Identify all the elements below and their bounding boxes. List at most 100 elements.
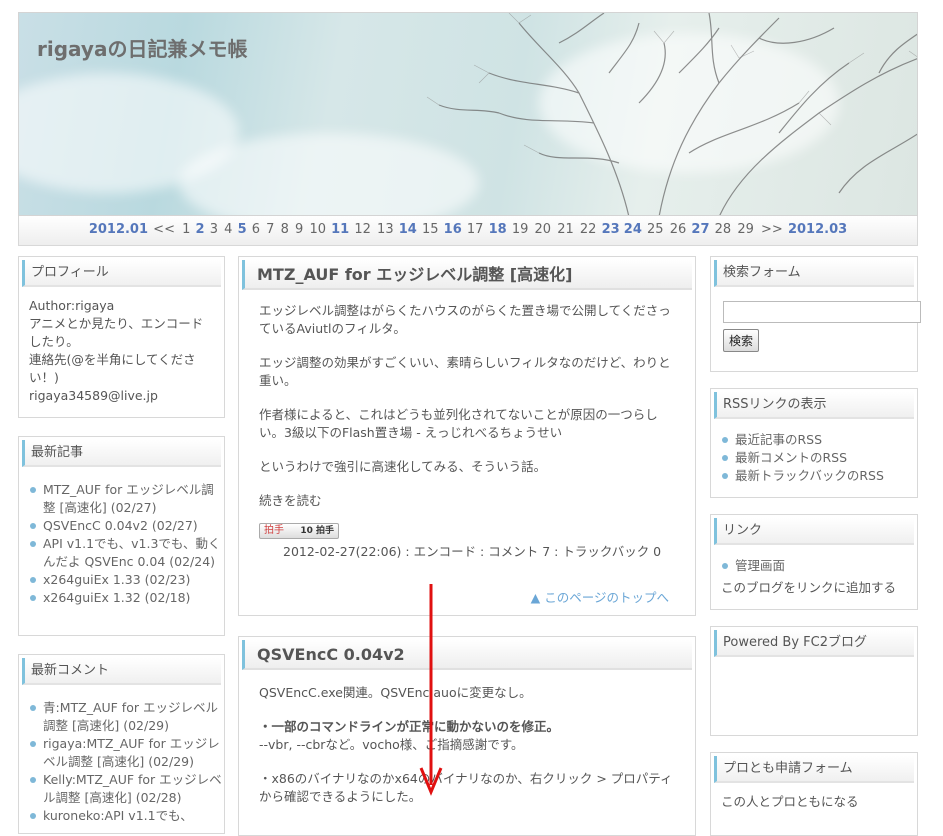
add-link-to-blog[interactable]: このブログをリンクに追加する: [711, 575, 917, 597]
recent-entry-item[interactable]: QSVEncC 0.04v2 (02/27): [29, 517, 224, 535]
search-box: 検索フォーム 検索: [710, 256, 921, 372]
entry-mtz-auf: MTZ_AUF for エッジレベル調整 [高速化] エッジレベル調整はがらくた…: [238, 256, 696, 616]
recent-comment-item[interactable]: 青:MTZ_AUF for エッジレベル調整 [高速化] (02/29): [29, 699, 224, 735]
profile-email: rigaya34589@live.jp: [29, 388, 158, 403]
protomo-box: プロとも申請フォーム この人とプロともになる: [710, 752, 918, 836]
calendar-day: 22: [579, 222, 597, 237]
calendar-next-sep: >>: [761, 222, 783, 237]
calendar-prev-month[interactable]: 2012.01: [89, 222, 148, 237]
profile-box: プロフィール Author:rigaya アニメとか見たり、エンコードしたり。 …: [18, 256, 225, 418]
entry-paragraph: エッジレベル調整はがらくたハウスのがらくた置き場で公開してくださっているAviu…: [259, 302, 677, 338]
entry-paragraph: ・一部のコマンドラインが正常に動かないのを修正。 --vbr, --cbrなど。v…: [259, 718, 677, 754]
calendar-day: 12: [354, 222, 371, 237]
powered-title[interactable]: Powered By FC2ブログ: [714, 630, 914, 657]
rss-link[interactable]: 最新コメントのRSS: [721, 449, 917, 467]
recent-entries-title: 最新記事: [22, 440, 221, 467]
protomo-link[interactable]: この人とプロともになる: [711, 783, 917, 811]
recent-entries-box: 最新記事 MTZ_AUF for エッジレベル調整 [高速化] (02/27) …: [18, 436, 225, 636]
calendar-day: 19: [511, 222, 529, 237]
flash-okiba-link[interactable]: 3級以下のFlash置き場 - えっじれべるちょうせい: [284, 425, 562, 440]
calendar-day: 20: [534, 222, 552, 237]
links-list: 管理画面: [711, 557, 917, 575]
recent-comment-item[interactable]: Kelly:MTZ_AUF for エッジレベル調整 [高速化] (02/28): [29, 771, 224, 807]
entry-paragraph: QSVEncC.exe関連。QSVEnc.auoに変更なし。: [259, 685, 532, 700]
recent-comments-box: 最新コメント 青:MTZ_AUF for エッジレベル調整 [高速化] (02/…: [18, 654, 225, 834]
entry-bold-text: ・一部のコマンドラインが正常に動かないのを修正。: [259, 719, 560, 734]
recent-comments-list: 青:MTZ_AUF for エッジレベル調整 [高速化] (02/29) rig…: [19, 699, 224, 825]
recent-entries-list: MTZ_AUF for エッジレベル調整 [高速化] (02/27) QSVEn…: [19, 481, 224, 607]
recent-entry-item[interactable]: x264guiEx 1.33 (02/23): [29, 571, 224, 589]
calendar-day: 7: [266, 222, 275, 237]
calendar-day: 3: [209, 222, 218, 237]
profile-desc: アニメとか見たり、エンコードしたり。: [29, 316, 204, 349]
entry-qsvencc: QSVEncC 0.04v2 QSVEncC.exe関連。QSVEnc.auoに…: [238, 636, 696, 836]
rss-title: RSSリンクの表示: [714, 392, 914, 419]
calendar-day-link[interactable]: 23: [602, 222, 620, 237]
profile-contact: 連絡先(@を半角にしてください！): [29, 352, 196, 385]
site-title[interactable]: rigayaの日記兼メモ帳: [37, 33, 247, 62]
recent-entry-item[interactable]: x264guiEx 1.32 (02/18): [29, 589, 224, 607]
calendar-day: 29: [737, 222, 754, 237]
entry-footer: 2012-02-27(22:06) : エンコード : コメント 7 : トラッ…: [283, 544, 662, 559]
calendar-next-month[interactable]: 2012.03: [788, 222, 847, 237]
entry-paragraph: エッジ調整の効果がすごくいい、素晴らしいフィルタなのだけど、わりと重い。: [259, 355, 671, 388]
profile-author: Author:rigaya: [29, 298, 115, 313]
recent-comments-title: 最新コメント: [22, 658, 221, 685]
search-input[interactable]: [723, 301, 921, 323]
calendar-day: 17: [466, 222, 484, 237]
rss-link[interactable]: 最新トラックバックのRSS: [721, 467, 917, 485]
calendar-day-link[interactable]: 16: [444, 222, 462, 237]
calendar-days: 1 2 3 4 5 6 7 8 9 10 11 12 13 14 15 16 1…: [181, 222, 759, 237]
recent-entry-item[interactable]: API v1.1でも、v1.3でも、動くんだよ QSVEnc 0.04 (02/…: [29, 535, 224, 571]
page-top-link[interactable]: ▲ このページのトップへ: [531, 587, 669, 606]
calendar-day: 28: [714, 222, 732, 237]
clap-hand-icon: 拍手: [264, 525, 284, 536]
search-button[interactable]: 検索: [723, 329, 760, 352]
entry-paragraph: というわけで強引に高速化してみる、そういう話。: [259, 459, 547, 474]
protomo-title: プロとも申請フォーム: [714, 756, 914, 783]
read-more-link[interactable]: 続きを読む: [259, 492, 677, 510]
entry-body: エッジレベル調整はがらくたハウスのがらくた置き場で公開してくださっているAviu…: [239, 290, 695, 510]
clap-count: 10 拍手: [300, 526, 334, 536]
search-form: 検索: [711, 287, 921, 352]
search-title: 検索フォーム: [714, 260, 914, 287]
calendar-day: 6: [251, 222, 261, 237]
admin-link[interactable]: 管理画面: [721, 557, 917, 575]
recent-entry-item[interactable]: MTZ_AUF for エッジレベル調整 [高速化] (02/27): [29, 481, 224, 517]
recent-comment-item[interactable]: kuroneko:API v1.1でも、: [29, 807, 224, 825]
calendar-day-link[interactable]: 5: [238, 222, 247, 237]
entry-title[interactable]: QSVEncC 0.04v2: [242, 640, 692, 670]
entry-body: QSVEncC.exe関連。QSVEnc.auoに変更なし。 ・一部のコマンドラ…: [239, 670, 695, 806]
calendar-prev-sep: <<: [153, 222, 175, 237]
blog-header: rigayaの日記兼メモ帳: [18, 12, 918, 216]
calendar-bar: 2012.01 << 1 2 3 4 5 6 7 8 9 10 11 12 13…: [18, 216, 918, 246]
calendar-day: 26: [669, 222, 687, 237]
entry-text: --vbr, --cbrなど。vocho様、ご指摘感謝です。: [259, 737, 524, 752]
calendar-day-link[interactable]: 2: [196, 222, 205, 237]
recent-comment-item[interactable]: rigaya:MTZ_AUF for エッジレベル調整 [高速化] (02/29…: [29, 735, 224, 771]
entry-paragraph: 作者様によると、これはどうも並列化されてないことが原因の一つらしい。3級以下のF…: [259, 406, 677, 442]
rss-box: RSSリンクの表示 最近記事のRSS 最新コメントのRSS 最新トラックバックの…: [710, 388, 918, 498]
rss-list: 最近記事のRSS 最新コメントのRSS 最新トラックバックのRSS: [711, 431, 917, 485]
calendar-day: 15: [421, 222, 439, 237]
red-annotation-arrow: [419, 584, 443, 796]
entry-title[interactable]: MTZ_AUF for エッジレベル調整 [高速化]: [242, 260, 692, 290]
calendar-day-link[interactable]: 11: [331, 222, 349, 237]
rss-link[interactable]: 最近記事のRSS: [721, 431, 917, 449]
calendar-day-link[interactable]: 24: [624, 222, 642, 237]
garakuta-house-link[interactable]: がらくたハウスのがらくた置き場: [372, 303, 560, 318]
links-title: リンク: [714, 518, 914, 545]
calendar-day: 25: [647, 222, 664, 237]
powered-box: Powered By FC2ブログ: [710, 626, 918, 736]
calendar-day: 13: [377, 222, 394, 237]
calendar-day: 4: [224, 222, 233, 237]
calendar-day-link[interactable]: 14: [399, 222, 417, 237]
entry-text: エッジレベル調整は: [259, 303, 372, 318]
calendar-day: 8: [280, 222, 289, 237]
calendar-day: 9: [295, 222, 304, 237]
calendar-day-link[interactable]: 18: [489, 222, 507, 237]
calendar-day: 1: [182, 222, 191, 237]
clap-button[interactable]: 拍手 10 拍手: [259, 523, 339, 539]
clap-row: 拍手 10 拍手: [239, 522, 695, 539]
calendar-day-link[interactable]: 27: [691, 222, 709, 237]
